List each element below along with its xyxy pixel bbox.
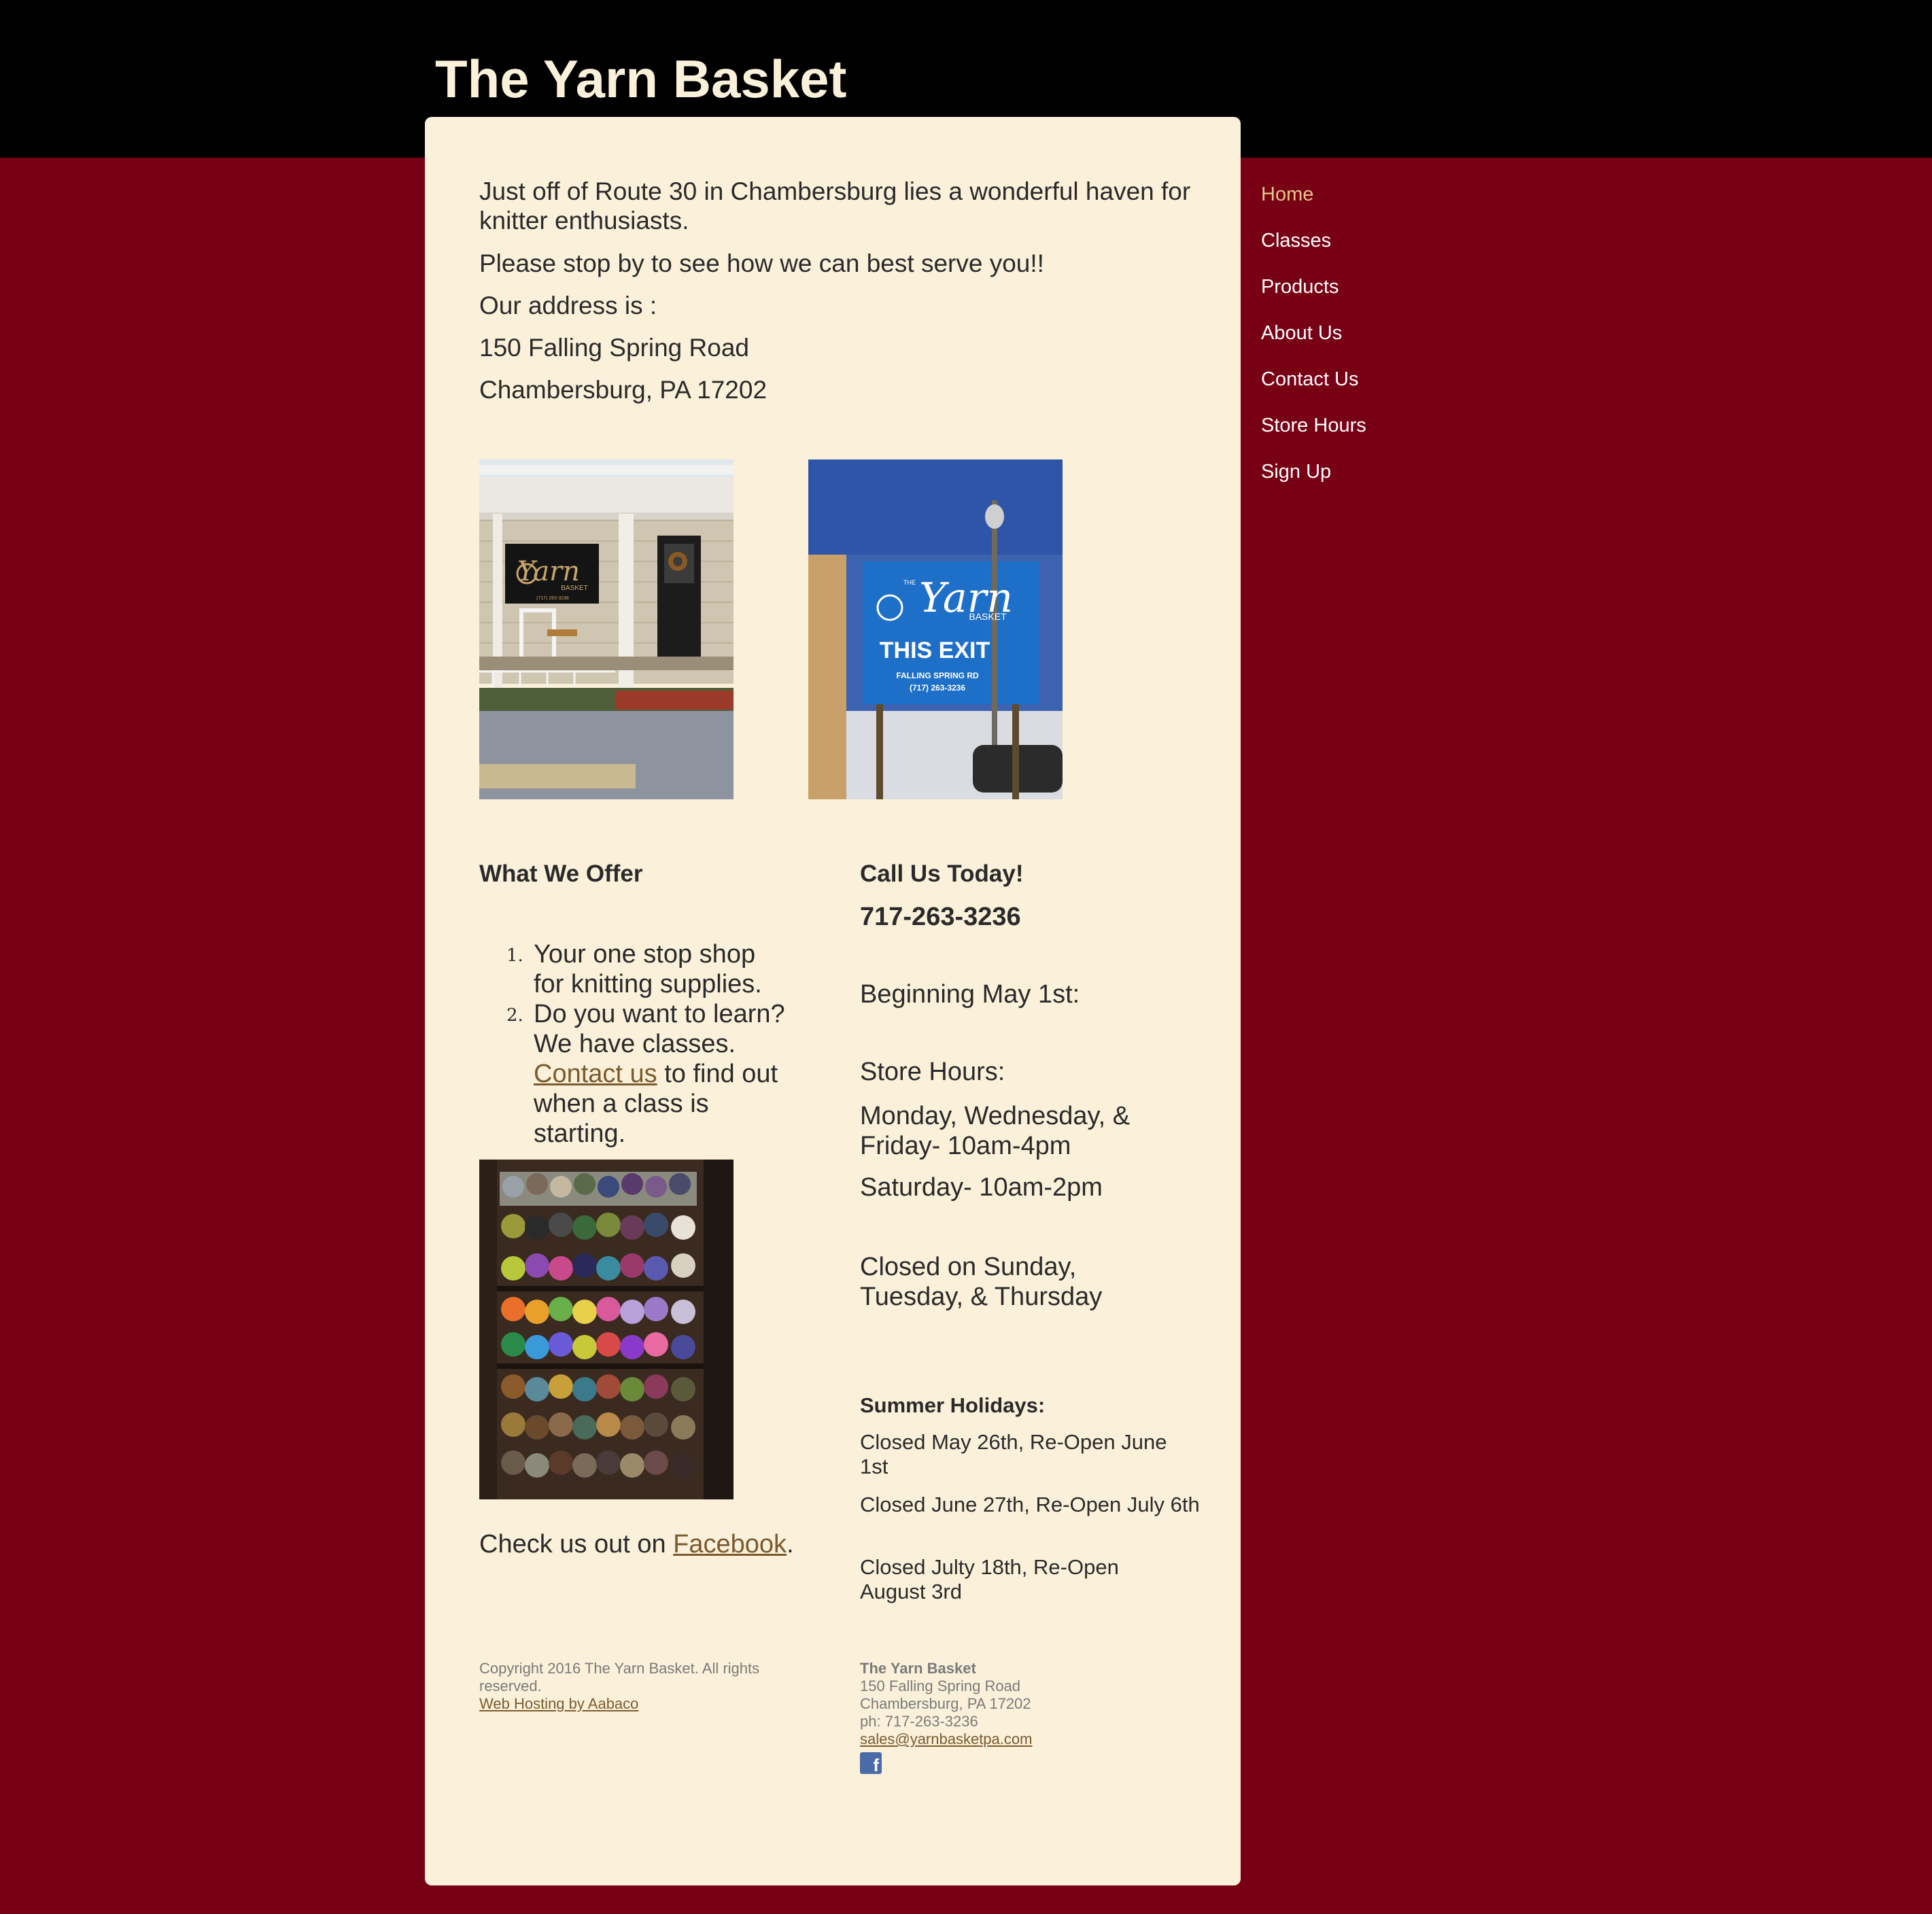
offer-list: 1. Your one stop shop for knitting suppl… bbox=[479, 939, 792, 1149]
site-title[interactable]: The Yarn Basket bbox=[435, 49, 847, 110]
nav-item-about-us[interactable]: About Us bbox=[1261, 317, 1366, 363]
exit-sign-headline: THIS EXIT bbox=[880, 638, 990, 663]
facebook-line: Check us out on Facebook. bbox=[479, 1529, 794, 1559]
content-panel: Just off of Route 30 in Chambersburg lie… bbox=[425, 117, 1241, 1885]
storefront-sign-phone: (717) 263-3236 bbox=[536, 596, 569, 601]
offer-heading: What We Offer bbox=[479, 860, 643, 887]
closed-days: Closed on Sunday, Tuesday, & Thursday bbox=[860, 1253, 1103, 1311]
storefront-photo: Yarn BASKET (717) 263-3236 bbox=[479, 459, 734, 799]
facebook-line-period: . bbox=[787, 1530, 794, 1559]
yarn-shelf-photo bbox=[479, 1160, 734, 1499]
exit-sign-brand-sub: BASKET bbox=[969, 611, 1007, 622]
footer-city: Chambersburg, PA 17202 bbox=[860, 1695, 1031, 1712]
footer-phone: ph: 717-263-3236 bbox=[860, 1713, 978, 1730]
holiday-item: Closed May 26th, Re-Open June 1st bbox=[860, 1430, 1167, 1478]
offer-item-text: Your one stop shop for knitting supplies… bbox=[534, 940, 762, 998]
offer-item: 2. Do you want to learn? We have classes… bbox=[479, 999, 792, 1149]
footer-email-link[interactable]: sales@yarnbasketpa.com bbox=[860, 1730, 1032, 1747]
nav-item-products[interactable]: Products bbox=[1261, 271, 1366, 317]
footer-left: Copyright 2016 The Yarn Basket. All righ… bbox=[479, 1660, 792, 1713]
hours-weekday: Monday, Wednesday, & Friday- 10am-4pm bbox=[860, 1102, 1131, 1160]
nav-item-store-hours[interactable]: Store Hours bbox=[1261, 409, 1366, 455]
exit-sign-brand-pre: THE bbox=[903, 579, 916, 586]
nav-item-classes[interactable]: Classes bbox=[1261, 224, 1366, 271]
address-city: Chambersburg, PA 17202 bbox=[479, 376, 767, 404]
nav-item-sign-up[interactable]: Sign Up bbox=[1261, 455, 1366, 502]
exit-sign-road: FALLING SPRING RD bbox=[896, 671, 979, 680]
facebook-link[interactable]: Facebook bbox=[673, 1530, 787, 1559]
nav-item-home[interactable]: Home bbox=[1261, 178, 1366, 224]
offer-item-number: 1. bbox=[506, 945, 523, 966]
exit-sign-photo: THE Yarn BASKET THIS EXIT FALLING SPRING… bbox=[808, 459, 1063, 799]
hours-saturday: Saturday- 10am-2pm bbox=[860, 1173, 1103, 1202]
nav-item-contact-us[interactable]: Contact Us bbox=[1261, 363, 1366, 409]
intro-invite: Please stop by to see how we can best se… bbox=[479, 249, 1044, 277]
footer-business-name: The Yarn Basket bbox=[860, 1660, 976, 1677]
facebook-icon[interactable]: f bbox=[860, 1752, 882, 1774]
offer-item-number: 2. bbox=[506, 1005, 523, 1026]
storefront-sign-sub: BASKET bbox=[561, 585, 587, 592]
holiday-item: Closed Julty 18th, Re-Open August 3rd bbox=[860, 1555, 1119, 1603]
holiday-item: Closed June 27th, Re-Open July 6th bbox=[860, 1493, 1200, 1516]
offer-item: 1. Your one stop shop for knitting suppl… bbox=[479, 939, 792, 999]
holidays-heading: Summer Holidays: bbox=[860, 1393, 1046, 1417]
contact-us-link[interactable]: Contact us bbox=[534, 1060, 657, 1088]
footer-address: The Yarn Basket 150 Falling Spring Road … bbox=[860, 1660, 1173, 1774]
beginning-date: Beginning May 1st: bbox=[860, 980, 1080, 1009]
address-street: 150 Falling Spring Road bbox=[479, 334, 749, 362]
offer-item-text: Do you want to learn? We have classes. bbox=[534, 1000, 785, 1058]
facebook-line-text: Check us out on bbox=[479, 1530, 674, 1559]
intro-text: Just off of Route 30 in Chambersburg lie… bbox=[479, 177, 1191, 234]
hours-heading: Store Hours: bbox=[860, 1058, 1005, 1086]
sidebar-nav: Home Classes Products About Us Contact U… bbox=[1261, 178, 1366, 502]
address-label: Our address is : bbox=[479, 292, 657, 319]
footer-street: 150 Falling Spring Road bbox=[860, 1677, 1021, 1694]
call-phone: 717-263-3236 bbox=[860, 903, 1021, 931]
copyright-text: Copyright 2016 The Yarn Basket. All righ… bbox=[479, 1660, 760, 1694]
hosting-link[interactable]: Web Hosting by Aabaco bbox=[479, 1695, 638, 1712]
call-heading: Call Us Today! bbox=[860, 860, 1024, 887]
exit-sign-phone: (717) 263-3236 bbox=[910, 683, 965, 693]
